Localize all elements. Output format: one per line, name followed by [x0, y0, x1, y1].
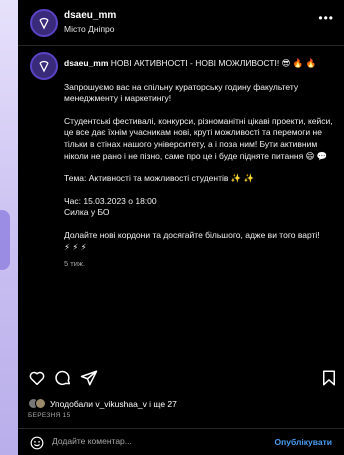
heart-icon[interactable] [28, 369, 46, 387]
post-panel: dsaeu_mm Місто Дніпро ••• dsaeu_mm НОВІ … [18, 0, 344, 455]
publish-button[interactable]: Опублікувати [275, 437, 332, 447]
share-icon[interactable] [80, 369, 98, 387]
comment-bar: Опублікувати [18, 428, 344, 455]
action-bar [28, 369, 338, 389]
caption-topic: Тема: Активності та можливості студентів… [64, 173, 336, 185]
caption-event-details: Час: 15.03.2023 о 18:00 Силка у БО [64, 196, 336, 219]
bookmark-icon[interactable] [320, 369, 338, 387]
post-date: БЕРЕЗНЯ 15 [28, 412, 71, 419]
paragraph-3-emoji: ⚡ ⚡ ⚡ [64, 241, 87, 252]
caption-topic-text: Тема: Активності та можливості студентів [64, 173, 229, 184]
smiley-icon[interactable] [30, 436, 44, 450]
liker-avatar [35, 398, 46, 409]
backdrop-decoration [0, 210, 10, 270]
logo-icon [39, 17, 49, 30]
caption-paragraph-3: Долайте нові кордони та досягайте більшо… [64, 230, 336, 253]
caption-paragraph-1: Запрошуємо вас на спільну кураторську го… [64, 81, 299, 104]
paragraph-2-emoji: 😄 💬 [305, 150, 328, 161]
caption-time: Час: 15.03.2023 о 18:00 [64, 195, 157, 206]
comment-icon[interactable] [54, 369, 72, 387]
caption-place: Силка у БО [64, 207, 110, 218]
post-header: dsaeu_mm Місто Дніпро ••• [18, 0, 344, 46]
caption-title-line: dsaeu_mm НОВІ АКТИВНОСТІ - НОВІ МОЖЛИВОС… [64, 58, 336, 70]
caption-title: НОВІ АКТИВНОСТІ - НОВІ МОЖЛИВОСТІ! [110, 58, 280, 68]
comment-input[interactable] [52, 436, 252, 446]
likes-summary[interactable]: Уподобали v_vikushaa_v і ще 27 [28, 398, 177, 409]
avatar[interactable] [30, 9, 58, 37]
caption-paragraph-2: Студентські фестивалі, конкурси, різнома… [64, 116, 336, 162]
header-username[interactable]: dsaeu_mm [64, 10, 116, 21]
caption-paragraph-2-text: Студентські фестивалі, конкурси, різнома… [64, 115, 333, 161]
title-emoji: 😎 🔥 🔥 [281, 58, 317, 68]
header-location[interactable]: Місто Дніпро [64, 24, 115, 34]
caption-avatar[interactable] [30, 52, 58, 80]
more-options-icon[interactable]: ••• [318, 11, 334, 25]
post-timestamp[interactable]: 5 тиж. [64, 258, 336, 270]
logo-icon [39, 60, 49, 73]
caption-username[interactable]: dsaeu_mm [64, 58, 108, 68]
post-caption: dsaeu_mm НОВІ АКТИВНОСТІ - НОВІ МОЖЛИВОС… [64, 58, 336, 270]
topic-emoji: ✨ ✨ [230, 173, 255, 184]
caption-paragraph-3-text: Долайте нові кордони та досягайте більшо… [64, 229, 320, 240]
likes-text: Уподобали v_vikushaa_v і ще 27 [50, 398, 177, 409]
